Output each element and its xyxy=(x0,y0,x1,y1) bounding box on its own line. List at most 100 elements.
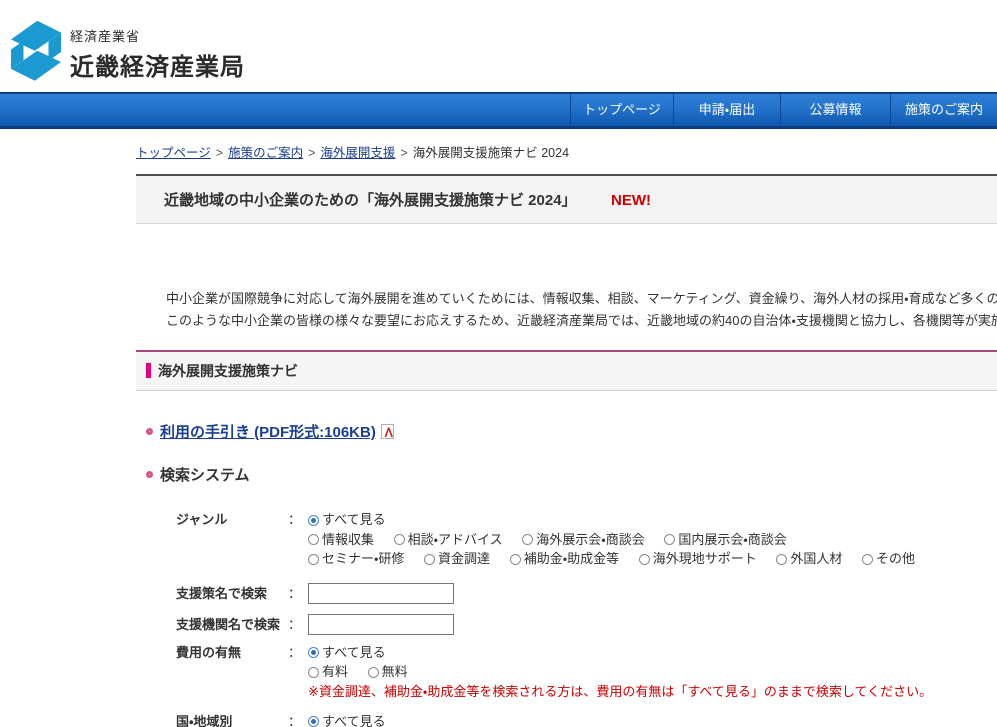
radio-button[interactable] xyxy=(308,554,319,565)
search-form: ジャンル ： すべて見る 情報収集 相談・アドバイス 海外展示会・商談会 国内展… xyxy=(136,511,997,727)
colon: ： xyxy=(288,511,308,570)
circle-bullet-icon xyxy=(146,471,153,478)
radio-button[interactable] xyxy=(664,534,675,545)
radio-button[interactable] xyxy=(639,554,650,565)
radio-button[interactable] xyxy=(510,554,521,565)
radio-option-genre-other: その他 xyxy=(862,550,915,568)
radio-button[interactable] xyxy=(308,515,319,526)
radio-button[interactable] xyxy=(308,667,319,678)
section-title: 海外展開支援施策ナビ xyxy=(158,363,298,379)
region-options: すべて見る 中国 ASEAN その他アジア 米国 欧州 その他地域 xyxy=(308,713,997,727)
radio-label: 無料 xyxy=(382,663,408,681)
bureau-name: 近畿経済産業局 xyxy=(70,47,245,82)
search-system-heading: 検索システム xyxy=(160,464,250,485)
radio-button[interactable] xyxy=(776,554,787,565)
site-header: 経済産業省 近畿経済産業局 xyxy=(0,0,997,92)
radio-option-genre-all: すべて見る xyxy=(308,511,386,529)
breadcrumb-link-overseas[interactable]: 海外展開支援 xyxy=(320,146,395,160)
guide-link-row: 利用の手引き (PDF形式:106KB) xyxy=(136,421,997,442)
pink-accent-bar xyxy=(146,363,151,378)
section-header: 海外展開支援施策ナビ xyxy=(136,350,997,391)
genre-line-1: すべて見る xyxy=(308,511,997,531)
cost-row: 費用の有無 ： すべて見る 有料 無料 ※資金調達、補助金・助成金等を検索される… xyxy=(176,644,997,701)
radio-label: 相談・アドバイス xyxy=(408,531,503,549)
cost-options: すべて見る 有料 無料 ※資金調達、補助金・助成金等を検索される方は、費用の有無… xyxy=(308,644,997,701)
intro-line-1: 中小企業が国際競争に対応して海外展開を進めていくためには、情報収集、相談、マーケ… xyxy=(166,288,997,310)
nav-item-top-page[interactable]: トップページ xyxy=(570,94,673,126)
radio-label: 補助金・助成金等 xyxy=(524,550,619,568)
colon: ： xyxy=(288,582,308,605)
pdf-icon[interactable] xyxy=(381,424,394,439)
meti-logo-icon xyxy=(8,12,64,82)
radio-label: すべて見る xyxy=(322,644,386,662)
cost-line-1: すべて見る xyxy=(308,644,997,664)
policy-name-control xyxy=(308,583,997,604)
radio-button[interactable] xyxy=(522,534,533,545)
breadcrumb-link-top[interactable]: トップページ xyxy=(136,146,211,160)
radio-label: セミナー・研修 xyxy=(322,550,404,568)
org-name-control xyxy=(308,614,997,635)
ministry-name: 経済産業省 xyxy=(70,26,245,45)
nav-item-public-offering[interactable]: 公募情報 xyxy=(780,94,890,126)
nav-item-measures-guide[interactable]: 施策のご案内 xyxy=(890,94,997,126)
genre-row: ジャンル ： すべて見る 情報収集 相談・アドバイス 海外展示会・商談会 国内展… xyxy=(176,511,997,570)
breadcrumb: トップページ>施策のご案内>海外展開支援>海外展開支援施策ナビ 2024 xyxy=(136,142,997,161)
logo-text: 経済産業省 近畿経済産業局 xyxy=(70,12,245,82)
intro-line-2: このような中小企業の皆様の様々な要望にお応えするため、近畿経済産業局では、近畿地… xyxy=(166,310,997,332)
radio-option-genre-subsidy: 補助金・助成金等 xyxy=(510,550,619,568)
org-name-search-row: 支援機関名で検索 ： xyxy=(176,613,997,636)
breadcrumb-separator: > xyxy=(216,146,223,160)
nav-item-application[interactable]: 申請・届出 xyxy=(673,94,780,126)
new-badge: NEW! xyxy=(611,192,651,209)
colon: ： xyxy=(288,713,308,727)
region-label: 国・地域別 xyxy=(176,713,288,727)
radio-option-genre-local-support: 海外現地サポート xyxy=(639,550,757,568)
intro-paragraph: 中小企業が国際競争に対応して海外展開を進めていくためには、情報収集、相談、マーケ… xyxy=(136,288,997,332)
genre-line-2: 情報収集 相談・アドバイス 海外展示会・商談会 国内展示会・商談会 xyxy=(308,531,997,551)
radio-option-cost-free: 無料 xyxy=(368,663,408,681)
region-line-1: すべて見る xyxy=(308,713,997,727)
policy-name-search-row: 支援策名で検索 ： xyxy=(176,582,997,605)
radio-button[interactable] xyxy=(308,534,319,545)
circle-bullet-icon xyxy=(146,428,153,435)
genre-label: ジャンル xyxy=(176,511,288,570)
radio-button[interactable] xyxy=(368,667,379,678)
breadcrumb-separator: > xyxy=(308,146,315,160)
radio-button[interactable] xyxy=(862,554,873,565)
radio-label: 資金調達 xyxy=(438,550,490,568)
org-name-label: 支援機関名で検索 xyxy=(176,613,288,636)
radio-option-genre-foreign-hr: 外国人材 xyxy=(776,550,842,568)
cost-note: ※資金調達、補助金・助成金等を検索される方は、費用の有無は「すべて見る」のままで… xyxy=(308,683,997,701)
radio-option-cost-all: すべて見る xyxy=(308,644,386,662)
guide-pdf-link[interactable]: 利用の手引き (PDF形式:106KB) xyxy=(160,421,376,442)
radio-label: 有料 xyxy=(322,663,348,681)
radio-option-cost-paid: 有料 xyxy=(308,663,348,681)
radio-option-genre-financing: 資金調達 xyxy=(424,550,490,568)
radio-label: 海外展示会・商談会 xyxy=(536,531,644,549)
page-title-box: 近畿地域の中小企業のための「海外展開支援施策ナビ 2024」 NEW! xyxy=(136,174,997,224)
genre-options: すべて見る 情報収集 相談・アドバイス 海外展示会・商談会 国内展示会・商談会 … xyxy=(308,511,997,570)
radio-label: すべて見る xyxy=(322,511,386,529)
radio-label: 国内展示会・商談会 xyxy=(678,531,786,549)
radio-button[interactable] xyxy=(394,534,405,545)
radio-label: 海外現地サポート xyxy=(653,550,757,568)
site-logo[interactable]: 経済産業省 近畿経済産業局 xyxy=(8,12,245,82)
policy-name-input[interactable] xyxy=(308,583,454,604)
radio-label: 情報収集 xyxy=(322,531,374,549)
main-content: トップページ>施策のご案内>海外展開支援>海外展開支援施策ナビ 2024 近畿地… xyxy=(136,142,997,727)
radio-button[interactable] xyxy=(308,647,319,658)
policy-name-label: 支援策名で検索 xyxy=(176,582,288,605)
breadcrumb-current: 海外展開支援施策ナビ 2024 xyxy=(413,146,569,160)
radio-label: その他 xyxy=(876,550,915,568)
breadcrumb-link-measures[interactable]: 施策のご案内 xyxy=(228,146,303,160)
radio-option-genre-seminar: セミナー・研修 xyxy=(308,550,404,568)
org-name-input[interactable] xyxy=(308,614,454,635)
radio-option-genre-consult: 相談・アドバイス xyxy=(394,531,503,549)
colon: ： xyxy=(288,644,308,701)
global-nav: トップページ 申請・届出 公募情報 施策のご案内 xyxy=(0,92,997,129)
radio-button[interactable] xyxy=(308,716,319,727)
radio-option-genre-domestic-expo: 国内展示会・商談会 xyxy=(664,531,786,549)
radio-button[interactable] xyxy=(424,554,435,565)
cost-line-2: 有料 無料 xyxy=(308,663,997,683)
radio-label: すべて見る xyxy=(322,713,386,727)
